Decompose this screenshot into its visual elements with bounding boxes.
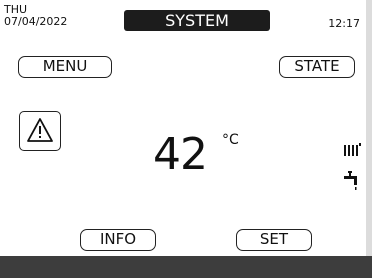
display-screen: THU 07/04/2022 SYSTEM 12:17 MENU STATE 4…	[0, 0, 366, 278]
radiator-icon	[344, 143, 361, 156]
temperature-value: 42	[153, 129, 208, 180]
set-button[interactable]: SET	[236, 229, 312, 251]
time-label: 12:17	[328, 17, 360, 30]
menu-button[interactable]: MENU	[18, 56, 112, 78]
screen-edge	[366, 0, 372, 256]
page-title: SYSTEM	[124, 10, 270, 31]
state-button[interactable]: STATE	[279, 56, 355, 78]
alarm-button[interactable]	[19, 111, 61, 151]
day-label: THU	[4, 3, 28, 16]
tap-icon	[344, 171, 357, 190]
info-button[interactable]: INFO	[80, 229, 156, 251]
date-label: 07/04/2022	[4, 15, 68, 28]
warning-triangle-icon	[27, 118, 53, 142]
temperature-unit: °C	[222, 132, 239, 148]
bottom-bar	[0, 256, 372, 278]
